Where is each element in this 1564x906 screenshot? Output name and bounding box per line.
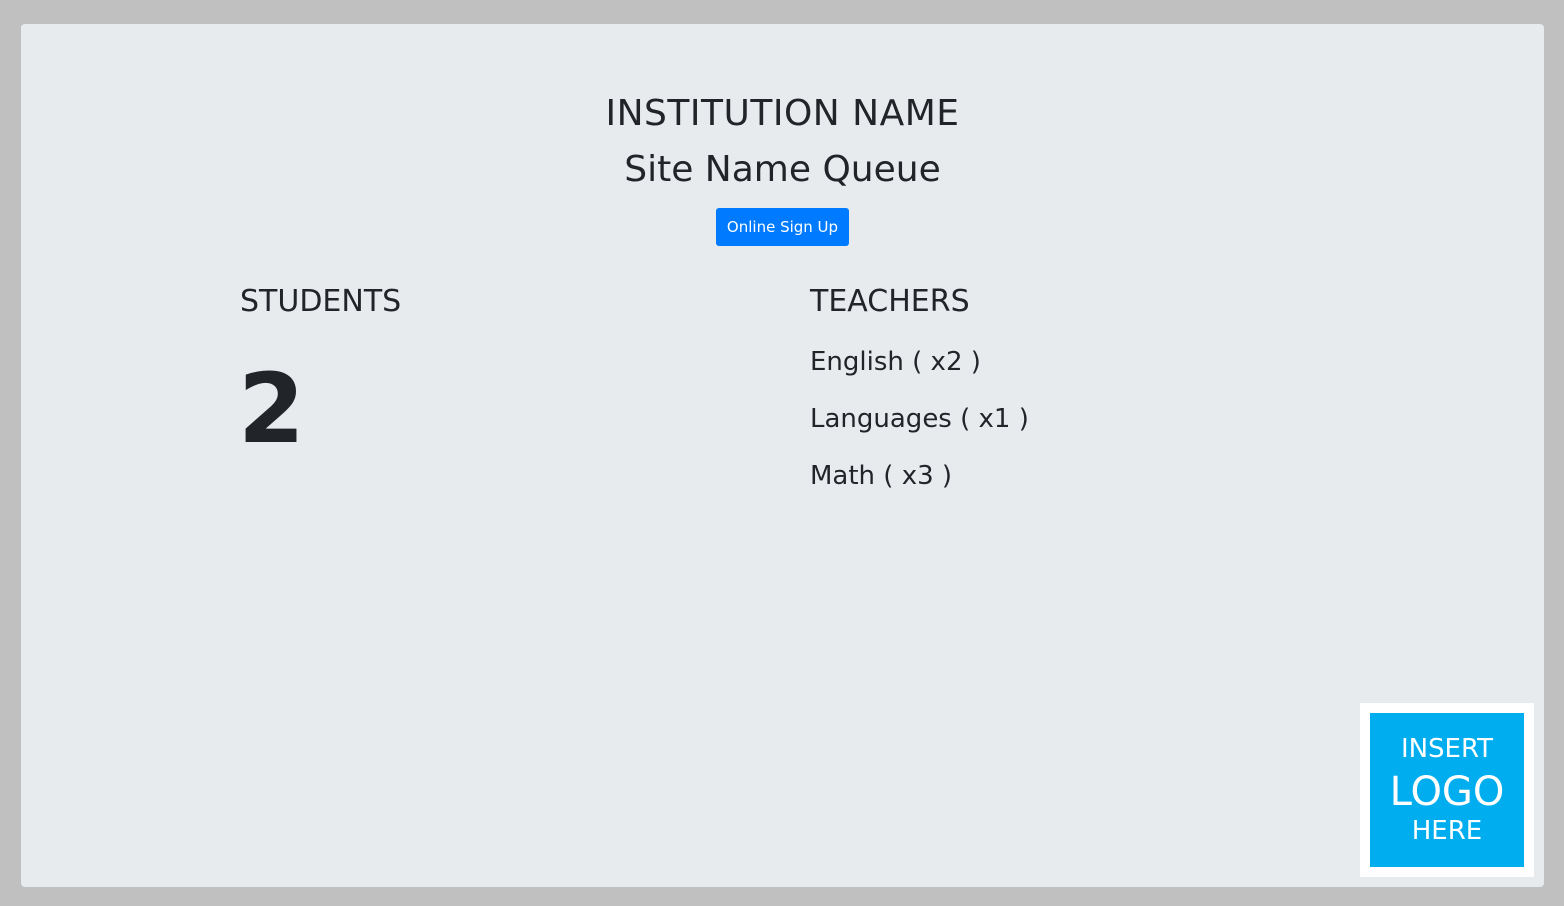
logo-text-insert: INSERT	[1400, 734, 1494, 764]
teacher-item-english: English ( x2 )	[810, 347, 981, 377]
logo-text-logo: LOGO	[1389, 769, 1505, 815]
queue-panel: INSTITUTION NAME Site Name Queue Online …	[21, 24, 1544, 887]
teacher-item-languages: Languages ( x1 )	[810, 404, 1029, 434]
students-heading: STUDENTS	[240, 284, 402, 319]
institution-name: INSTITUTION NAME	[605, 93, 960, 134]
logo-text-here: HERE	[1411, 816, 1483, 846]
online-signup-button[interactable]: Online Sign Up	[716, 208, 849, 246]
logo-image: INSERT LOGO HERE	[1370, 713, 1524, 867]
student-count: 2	[238, 353, 305, 465]
teacher-item-math: Math ( x3 )	[810, 461, 953, 491]
site-name-title: Site Name Queue	[624, 149, 941, 190]
teachers-heading: TEACHERS	[810, 284, 970, 319]
teacher-list: English ( x2 ) Languages ( x1 ) Math ( x…	[810, 342, 1029, 513]
logo-placeholder: INSERT LOGO HERE	[1360, 703, 1534, 877]
